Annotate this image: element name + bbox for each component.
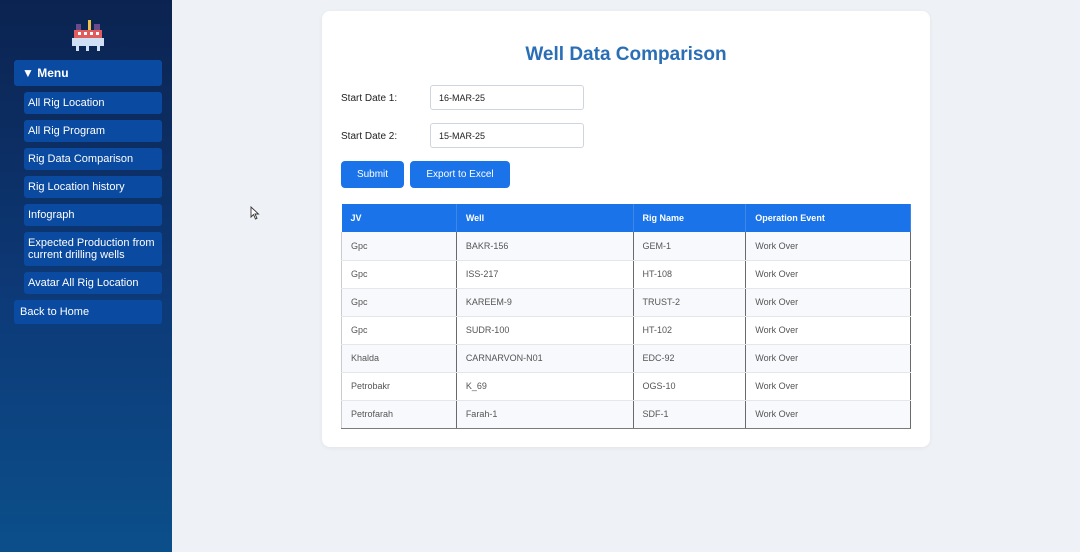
table-row: Petrobakr K_69 OGS-10 Work Over — [341, 372, 911, 401]
cell-operation-event: Work Over — [745, 316, 911, 345]
comparison-card: Well Data Comparison Start Date 1: Start… — [322, 11, 930, 447]
back-to-home-button[interactable]: Back to Home — [14, 300, 162, 324]
table-row: Khalda CARNARVON-N01 EDC-92 Work Over — [341, 344, 911, 373]
cell-rig-name: HT-102 — [633, 316, 747, 345]
cell-rig-name: SDF-1 — [633, 400, 747, 429]
cell-well: KAREEM-9 — [456, 288, 634, 317]
cell-jv: Gpc — [341, 288, 457, 317]
start-date-2-label: Start Date 2: — [341, 131, 398, 142]
sidebar-item-all-rig-location[interactable]: All Rig Location — [24, 92, 162, 114]
export-to-excel-button[interactable]: Export to Excel — [410, 161, 510, 188]
cell-jv: Gpc — [341, 232, 457, 261]
cell-rig-name: HT-108 — [633, 260, 747, 289]
cell-well: CARNARVON-N01 — [456, 344, 634, 373]
cell-operation-event: Work Over — [745, 372, 911, 401]
oil-rig-logo-icon — [72, 20, 104, 51]
sidebar-item-avatar-all-rig-location[interactable]: Avatar All Rig Location — [24, 272, 162, 294]
cell-rig-name: GEM-1 — [633, 232, 747, 261]
cell-rig-name: TRUST-2 — [633, 288, 747, 317]
cell-operation-event: Work Over — [745, 344, 911, 373]
sidebar-item-rig-data-comparison[interactable]: Rig Data Comparison — [24, 148, 162, 170]
sidebar: ▼ Menu All Rig Location All Rig Program … — [0, 0, 172, 552]
cell-well: K_69 — [456, 372, 634, 401]
table-row: Gpc SUDR-100 HT-102 Work Over — [341, 316, 911, 345]
start-date-2-input[interactable] — [430, 123, 584, 148]
start-date-1-label: Start Date 1: — [341, 93, 398, 104]
cell-operation-event: Work Over — [745, 232, 911, 261]
sidebar-item-all-rig-program[interactable]: All Rig Program — [24, 120, 162, 142]
sidebar-item-rig-location-history[interactable]: Rig Location history — [24, 176, 162, 198]
table-row: Petrofarah Farah-1 SDF-1 Work Over — [341, 400, 911, 429]
well-data-table: JV Well Rig Name Operation Event Gpc BAK… — [341, 204, 911, 429]
table-header-row: JV Well Rig Name Operation Event — [341, 204, 911, 232]
mouse-cursor-icon — [250, 206, 260, 220]
main-content: Well Data Comparison Start Date 1: Start… — [172, 0, 1080, 552]
menu-toggle[interactable]: ▼ Menu — [14, 60, 162, 86]
column-header-jv: JV — [341, 204, 457, 232]
cell-operation-event: Work Over — [745, 400, 911, 429]
cell-well: SUDR-100 — [456, 316, 634, 345]
table-row: Gpc ISS-217 HT-108 Work Over — [341, 260, 911, 289]
start-date-1-input[interactable] — [430, 85, 584, 110]
cell-well: Farah-1 — [456, 400, 634, 429]
cell-jv: Gpc — [341, 260, 457, 289]
cell-operation-event: Work Over — [745, 260, 911, 289]
cell-jv: Petrobakr — [341, 372, 457, 401]
cell-jv: Petrofarah — [341, 400, 457, 429]
cell-jv: Gpc — [341, 316, 457, 345]
cell-rig-name: EDC-92 — [633, 344, 747, 373]
cell-well: ISS-217 — [456, 260, 634, 289]
column-header-rig-name: Rig Name — [633, 204, 747, 232]
sidebar-item-expected-production[interactable]: Expected Production from current drillin… — [24, 232, 162, 266]
table-row: Gpc KAREEM-9 TRUST-2 Work Over — [341, 288, 911, 317]
cell-operation-event: Work Over — [745, 288, 911, 317]
page-title: Well Data Comparison — [525, 44, 727, 65]
sidebar-item-infograph[interactable]: Infograph — [24, 204, 162, 226]
submit-button[interactable]: Submit — [341, 161, 404, 188]
cell-rig-name: OGS-10 — [633, 372, 747, 401]
cell-jv: Khalda — [341, 344, 457, 373]
column-header-well: Well — [456, 204, 634, 232]
column-header-operation-event: Operation Event — [745, 204, 911, 232]
table-row: Gpc BAKR-156 GEM-1 Work Over — [341, 232, 911, 261]
cell-well: BAKR-156 — [456, 232, 634, 261]
